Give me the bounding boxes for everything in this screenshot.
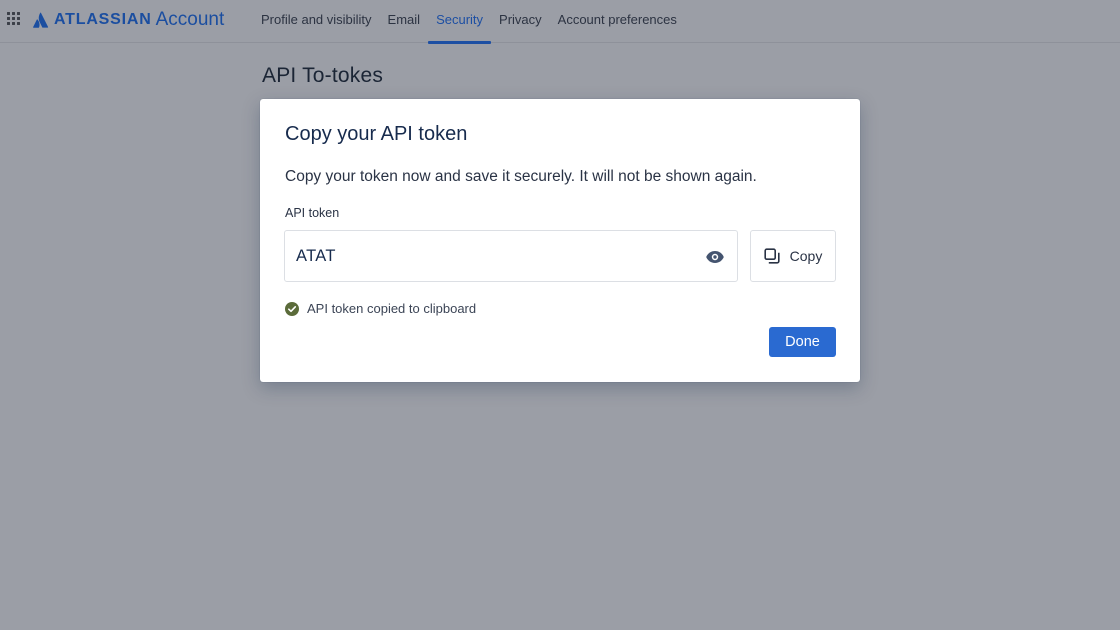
dialog-description: Copy your token now and save it securely… bbox=[285, 168, 757, 185]
copy-icon bbox=[764, 248, 780, 264]
copied-status-message: API token copied to clipboard bbox=[285, 301, 476, 316]
tab-security[interactable]: Security bbox=[428, 0, 492, 44]
show-token-eye-icon[interactable] bbox=[705, 247, 725, 267]
tab-privacy[interactable]: Privacy bbox=[491, 0, 550, 43]
tab-email[interactable]: Email bbox=[380, 0, 429, 43]
app-switcher-grid-icon[interactable] bbox=[7, 12, 22, 27]
copy-token-dialog: Copy your API token Copy your token now … bbox=[260, 99, 860, 382]
logo-brand-text: ATLASSIAN bbox=[54, 11, 152, 28]
copy-button-label: Copy bbox=[789, 248, 823, 264]
tab-account-preferences[interactable]: Account preferences bbox=[550, 0, 685, 43]
atlassian-account-logo[interactable]: ATLASSIAN Account bbox=[33, 8, 224, 32]
check-circle-icon bbox=[285, 301, 299, 316]
tab-profile-and-visibility[interactable]: Profile and visibility bbox=[253, 0, 380, 43]
logo-product-text: Account bbox=[155, 9, 225, 30]
eye-icon bbox=[706, 251, 724, 263]
api-token-field[interactable]: ATAT bbox=[284, 230, 738, 282]
done-button[interactable]: Done bbox=[769, 327, 836, 357]
page-title: API To-tokes bbox=[262, 64, 384, 87]
atlassian-logo-icon bbox=[33, 12, 49, 28]
account-nav-tabs: Profile and visibility Email Security Pr… bbox=[253, 0, 685, 44]
top-navigation: ATLASSIAN Account Profile and visibility… bbox=[0, 0, 1120, 44]
status-text: API token copied to clipboard bbox=[307, 301, 477, 316]
dialog-title: Copy your API token bbox=[285, 123, 468, 145]
copy-button[interactable]: Copy bbox=[750, 230, 836, 282]
api-token-value: ATAT bbox=[296, 246, 336, 265]
api-token-label: API token bbox=[285, 206, 340, 220]
